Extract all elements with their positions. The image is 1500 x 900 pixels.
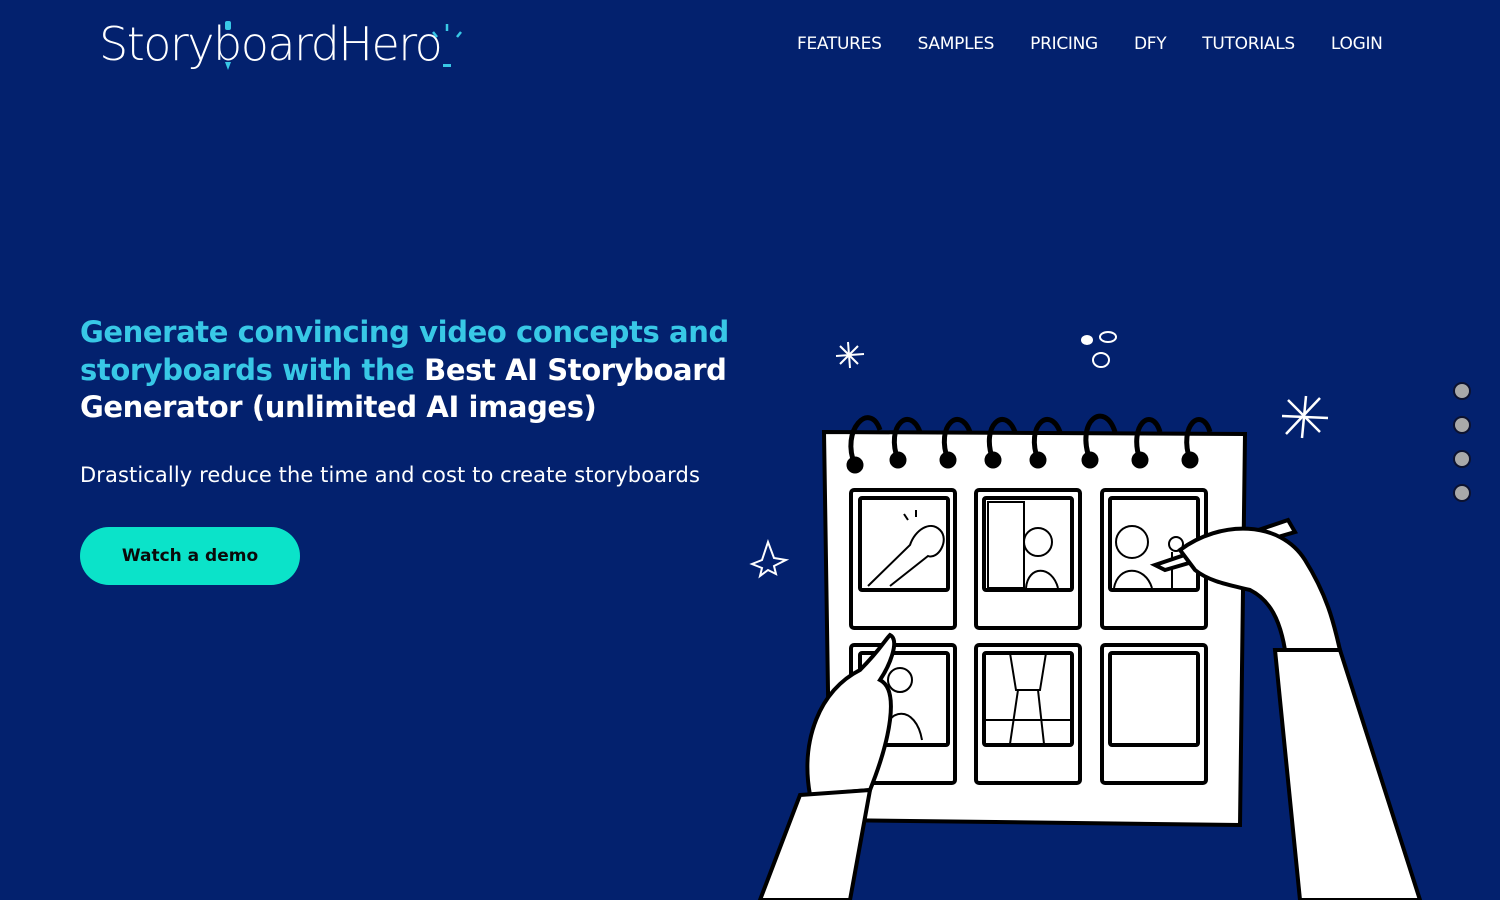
star-doodle-icon (749, 539, 790, 579)
nav-tutorials[interactable]: TUTORIALS (1202, 34, 1295, 54)
slider-dot-3[interactable] (1453, 450, 1471, 468)
logo-pencil-icon (225, 21, 231, 70)
logo-bulb-icon (432, 24, 462, 67)
logo-text: StoryboardHero (99, 17, 443, 71)
watch-demo-button[interactable]: Watch a demo (80, 527, 300, 585)
nav-pricing[interactable]: PRICING (1030, 34, 1098, 54)
nav-dfy[interactable]: DFY (1134, 34, 1167, 54)
slider-dot-1[interactable] (1453, 382, 1471, 400)
nav-features[interactable]: FEATURES (797, 34, 882, 54)
bubbles-doodle-icon (1081, 331, 1117, 368)
slider-dot-2[interactable] (1453, 416, 1471, 434)
hero-subtitle: Drastically reduce the time and cost to … (80, 462, 700, 487)
main-nav: FEATURES SAMPLES PRICING DFY TUTORIALS L… (797, 34, 1419, 54)
hero-headline: Generate convincing video concepts and s… (80, 314, 760, 427)
sparkle-large-icon (1281, 395, 1329, 439)
sparkle-icon (835, 341, 865, 369)
hero-section: Generate convincing video concepts and s… (80, 314, 760, 487)
nav-login[interactable]: LOGIN (1331, 34, 1383, 54)
storyboard-illustration (749, 331, 1423, 900)
logo[interactable]: StoryboardHero (99, 14, 462, 74)
slider-pagination (1453, 382, 1471, 502)
nav-samples[interactable]: SAMPLES (918, 34, 995, 54)
slider-dot-4[interactable] (1453, 484, 1471, 502)
